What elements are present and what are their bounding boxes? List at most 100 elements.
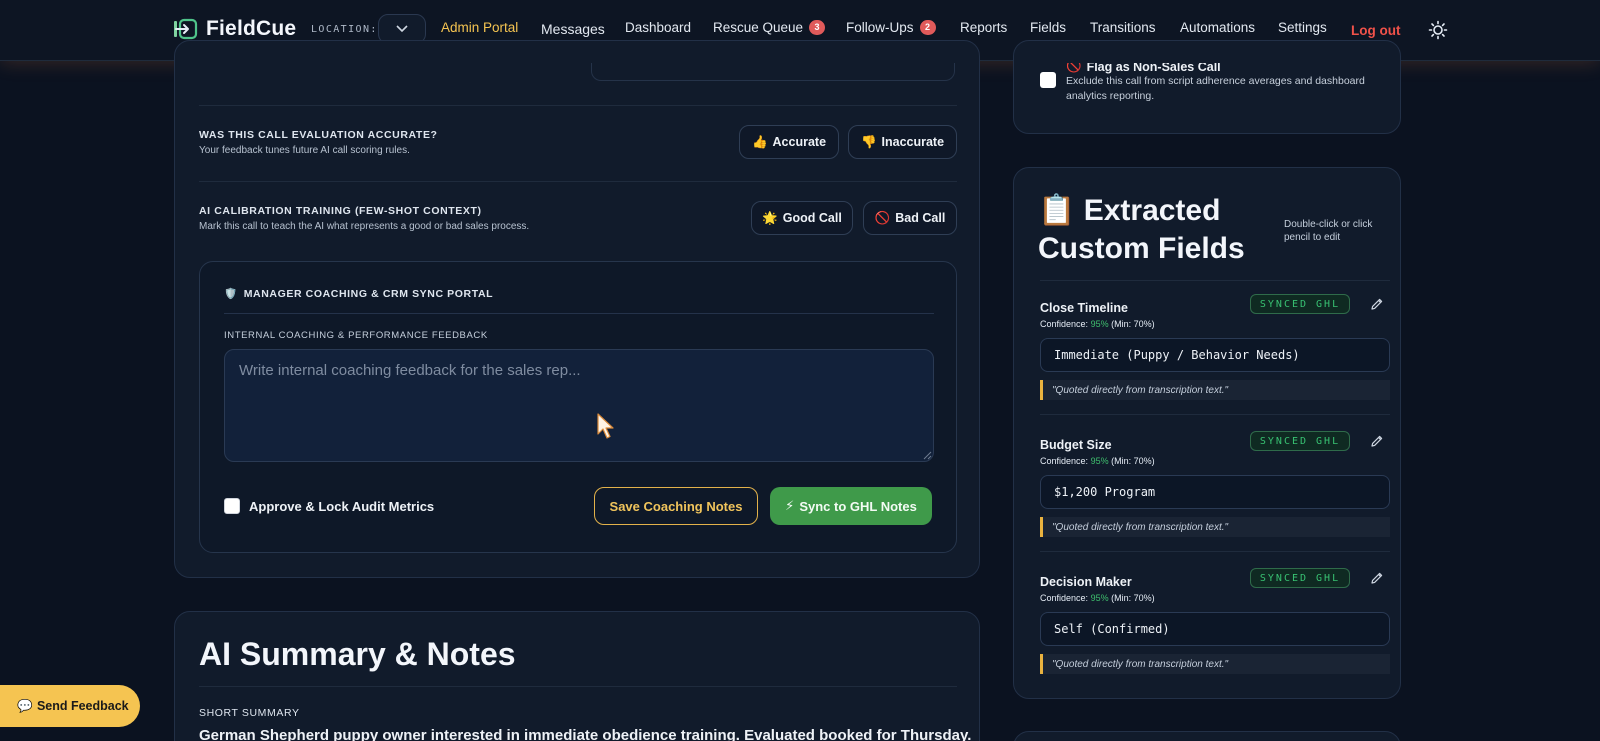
evaluation-subtitle: Your feedback tunes future AI call scori… [199,145,410,156]
shield-icon: 🛡️ [224,288,238,300]
divider [1040,280,1390,281]
confidence-min: (Min: 70%) [1111,319,1155,329]
nav-label: Messages [541,21,605,37]
ai-summary-card: AI Summary & Notes SHORT SUMMARY German … [174,611,980,741]
synced-badge: SYNCED GHL [1250,431,1350,451]
edit-hint: Double-click or click pencil to edit [1284,219,1373,243]
custom-fields-card: 📋 Extracted Custom Fields Double-click o… [1013,167,1401,699]
sync-ghl-notes-button[interactable]: ⚡ Sync to GHL Notes [770,487,932,525]
save-label: Save Coaching Notes [609,498,743,514]
field-quote: "Quoted directly from transcription text… [1040,654,1390,674]
nav-label: Log out [1351,23,1401,38]
thumbs-down-icon: 👎 [860,134,877,149]
nav-label: Settings [1278,20,1327,35]
rescue-queue-badge: 3 [809,20,826,35]
nav-label: Reports [960,20,1008,35]
nav-follow-ups[interactable]: Follow-Ups 2 [846,20,936,35]
confidence-value: 95% [1090,456,1109,466]
chevron-down-icon [396,25,408,33]
call-evaluation-card: WAS THIS CALL EVALUATION ACCURATE? Your … [174,40,980,578]
pencil-icon[interactable] [1370,297,1384,311]
sun-icon[interactable] [1428,20,1448,40]
nav-label: Admin Portal [441,20,519,35]
bad-call-label: Bad Call [895,211,946,225]
divider [199,181,957,182]
field-value[interactable]: $1,200 Program [1040,475,1390,509]
resize-grip-icon[interactable] [922,450,932,460]
nav-reports[interactable]: Reports [960,20,1007,35]
good-call-button[interactable]: 🌟 Good Call [751,201,853,235]
confidence-label: Confidence: [1040,319,1089,329]
portal-title: 🛡️ MANAGER COACHING & CRM SYNC PORTAL [224,287,493,301]
coaching-feedback-textarea[interactable] [224,349,934,462]
sync-label: Sync to GHL Notes [799,498,917,514]
nav-rescue-queue[interactable]: Rescue Queue 3 [713,20,826,35]
short-summary-text: German Shepherd puppy owner interested i… [199,727,972,741]
field-name: Close Timeline [1040,301,1128,315]
thumbs-up-icon: 👍 [751,134,768,149]
accurate-label: Accurate [772,135,827,149]
confidence-value: 95% [1090,593,1109,603]
nav-label: Rescue Queue [713,20,804,35]
feedback-label: INTERNAL COACHING & PERFORMANCE FEEDBACK [224,330,488,341]
approve-lock-checkbox[interactable]: Approve & Lock Audit Metrics [224,498,434,514]
nav-settings[interactable]: Settings [1278,20,1327,35]
confidence-min: (Min: 70%) [1111,456,1155,466]
nav-fields[interactable]: Fields [1030,20,1066,35]
synced-badge: SYNCED GHL [1250,294,1350,314]
logout-link[interactable]: Log out [1351,23,1400,38]
prohibited-icon: 🚫 [874,210,891,225]
synced-badge: SYNCED GHL [1250,568,1350,588]
brand-name: FieldCue [206,17,297,40]
nav-admin-portal[interactable]: Admin Portal [441,20,518,35]
lightning-icon: ⚡ [785,498,795,513]
short-summary-label: SHORT SUMMARY [199,707,300,719]
follow-ups-badge: 2 [919,20,936,35]
approve-label: Approve & Lock Audit Metrics [249,498,435,514]
accurate-button[interactable]: 👍 Accurate [739,125,839,159]
prohibited-icon: 🚫 [1066,59,1082,73]
confidence-label: Confidence: [1040,456,1089,466]
previous-field-stub [591,63,955,81]
non-sales-flag-card: 🚫 Flag as Non-Sales Call Exclude this ca… [1013,40,1401,134]
pencil-icon[interactable] [1370,434,1384,448]
divider [1040,414,1390,415]
bad-call-button[interactable]: 🚫 Bad Call [863,201,957,235]
inaccurate-label: Inaccurate [881,135,945,149]
field-confidence: Confidence: 95% (Min: 70%) [1040,593,1155,603]
save-coaching-notes-button[interactable]: Save Coaching Notes [594,487,758,525]
pencil-icon[interactable] [1370,571,1384,585]
field-value[interactable]: Immediate (Puppy / Behavior Needs) [1040,338,1390,372]
field-name: Budget Size [1040,438,1112,452]
calibration-title: AI CALIBRATION TRAINING (FEW-SHOT CONTEX… [199,205,482,217]
inaccurate-button[interactable]: 👎 Inaccurate [848,125,957,159]
nav-label: Follow-Ups [846,20,914,35]
summary-title: AI Summary & Notes [199,636,516,672]
nav-label: Fields [1030,20,1067,35]
custom-field-close-timeline: Close Timeline Confidence: 95% (Min: 70%… [1040,294,1390,419]
clipboard-icon: 📋 [1038,194,1076,227]
confidence-label: Confidence: [1040,593,1089,603]
evaluation-title: WAS THIS CALL EVALUATION ACCURATE? [199,129,438,141]
brand[interactable]: FieldCue [172,16,296,42]
nav-messages[interactable]: Messages [541,21,605,37]
flag-title-text: Flag as Non-Sales Call [1086,59,1221,74]
approve-checkbox-box[interactable] [224,498,240,514]
flag-title: 🚫 Flag as Non-Sales Call [1066,59,1221,74]
field-confidence: Confidence: 95% (Min: 70%) [1040,456,1155,466]
field-quote: "Quoted directly from transcription text… [1040,380,1390,400]
non-sales-checkbox[interactable] [1040,72,1056,88]
custom-field-budget-size: Budget Size Confidence: 95% (Min: 70%) S… [1040,431,1390,556]
confidence-min: (Min: 70%) [1111,593,1155,603]
flag-description: Exclude this call from script adherence … [1066,75,1365,102]
field-value[interactable]: Self (Confirmed) [1040,612,1390,646]
nav-dashboard[interactable]: Dashboard [625,20,691,35]
fieldcue-logo-icon [174,18,198,40]
next-card [1013,731,1401,741]
nav-label: Dashboard [625,20,692,35]
nav-automations[interactable]: Automations [1180,20,1255,35]
custom-field-decision-maker: Decision Maker Confidence: 95% (Min: 70%… [1040,568,1390,693]
nav-transitions[interactable]: Transitions [1090,20,1156,35]
send-feedback-button[interactable]: 💬 Send Feedback [0,685,140,727]
send-feedback-label: Send Feedback [36,699,129,713]
